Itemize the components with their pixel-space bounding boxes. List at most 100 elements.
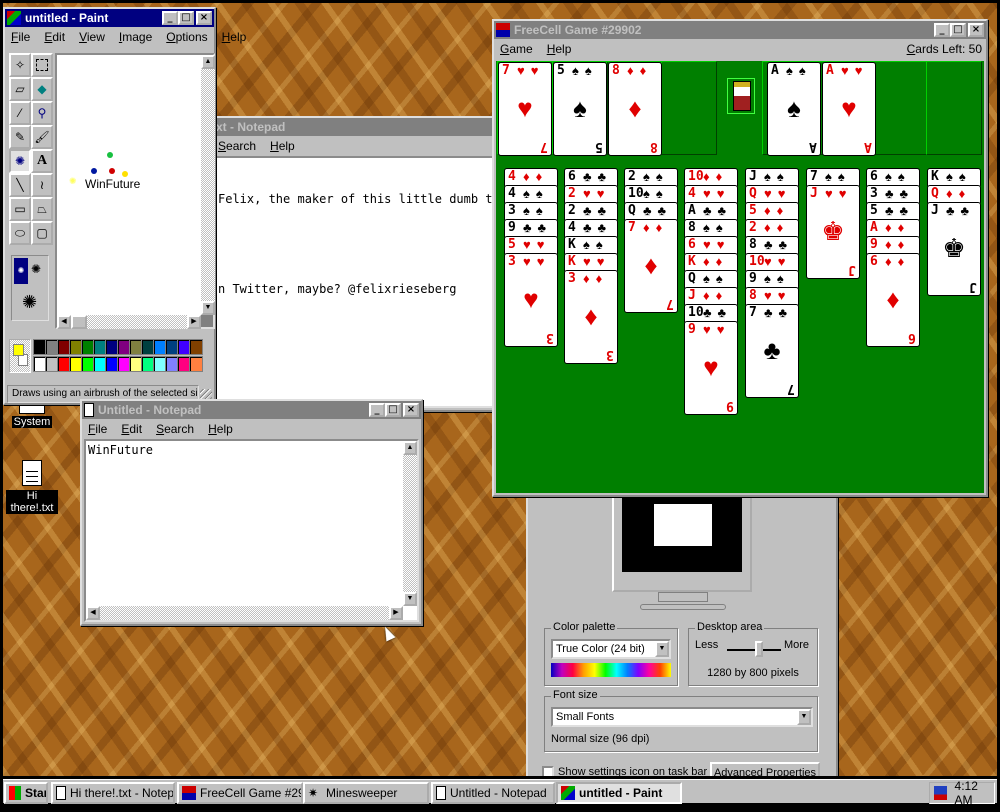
free-cell-card[interactable]: 7 ♥♥ ♥ 7 (498, 62, 552, 156)
scroll-right-button[interactable]: ▶ (389, 606, 403, 620)
menu-game[interactable]: Game (498, 42, 535, 56)
scroll-up-button[interactable]: ▲ (403, 441, 417, 455)
card-rank: 2 (568, 203, 576, 218)
card-rank: 10 (688, 305, 704, 320)
card-suit-pips: ♠♠ (523, 203, 549, 218)
rect-select-tool[interactable] (31, 53, 53, 77)
close-button[interactable]: × (403, 403, 419, 417)
color-palette-select[interactable]: True Color (24 bit) ▼ (551, 639, 671, 659)
airbrush-size-large[interactable]: ✺ (22, 292, 37, 313)
scroll-right-button[interactable]: ▶ (187, 315, 201, 329)
airbrush-size-small[interactable]: ✺ (14, 258, 28, 284)
desktop-area-slider-thumb[interactable] (755, 641, 764, 657)
card-suit-pips: ♣♣ (764, 237, 794, 252)
scroll-down-button[interactable]: ▼ (201, 301, 215, 315)
polygon-tool[interactable]: ⏢ (31, 197, 53, 221)
freecell-table: 7 ♥♥ ♥ 7 5 ♠♠ ♠ 5 8 ♦♦ ♦ 8 A ♠♠ ♠ A A ♥♥ ♥ A 4 ♦♦ 4 ♠♠ 3 ♠♠ 9 ♣♣ 5 ♥♥… (496, 61, 984, 493)
menu-view[interactable]: View (77, 30, 107, 44)
paint-hscrollbar[interactable]: ◀ ▶ (57, 315, 201, 329)
rectangle-tool[interactable]: ▭ (9, 197, 31, 221)
notepad-hscrollbar[interactable]: ◀ ▶ (86, 606, 403, 620)
taskbar-item-hi-there-notepad[interactable]: Hi there!.txt - Notepad (51, 782, 175, 804)
close-button[interactable]: × (196, 11, 212, 25)
free-cell-card[interactable]: 8 ♦♦ ♦ 8 (608, 62, 662, 156)
notepad-untitled-titlebar[interactable]: Untitled - Notepad _ □ × (82, 401, 421, 419)
tableau-card[interactable]: 9 ♥♥ ♥ 9 (684, 321, 738, 415)
tableau-card[interactable]: 3 ♥♥ ♥ 3 (504, 253, 558, 347)
tableau-card[interactable]: 6 ♦♦ ♦ 6 (866, 253, 920, 347)
menu-edit[interactable]: Edit (119, 422, 144, 436)
minimize-button[interactable]: _ (162, 11, 178, 25)
taskbar-item-freecell[interactable]: FreeCell Game #29902 (177, 782, 303, 804)
card-rank: 6 (688, 237, 696, 252)
pencil-tool[interactable]: ✎ (9, 125, 31, 149)
palette-color-swatch[interactable] (189, 339, 203, 355)
brush-tool[interactable]: 🖌︎ (31, 125, 53, 149)
tableau-card[interactable]: 7 ♦♦ ♦ 7 (624, 219, 678, 313)
free-cell-card[interactable]: 5 ♠♠ ♠ 5 (553, 62, 607, 156)
menu-help[interactable]: Help (268, 139, 297, 153)
maximize-button[interactable]: □ (178, 11, 194, 25)
close-button[interactable]: × (968, 23, 984, 37)
desktop-icon-hi-there[interactable]: Hi there!.txt (6, 460, 58, 514)
eraser-tool[interactable]: ▱ (9, 77, 31, 101)
curve-tool[interactable]: ≀ (31, 173, 53, 197)
menu-edit[interactable]: Edit (42, 30, 67, 44)
airbrush-size-medium[interactable]: ✺ (31, 262, 41, 276)
menu-search[interactable]: Search (154, 422, 196, 436)
minimize-button[interactable]: _ (934, 23, 950, 37)
palette-color-swatch[interactable] (189, 356, 203, 372)
notepad-untitled-textarea[interactable]: WinFuture ▲ ▼ ◀ ▶ (84, 439, 419, 622)
desktop-area-slider-track[interactable] (727, 649, 781, 651)
paint-canvas[interactable]: ✺ WinFuture (57, 55, 201, 315)
menu-file[interactable]: File (86, 422, 109, 436)
color-picker-tool[interactable]: ⁄ (9, 101, 31, 125)
magnifier-tool[interactable]: ⚲ (31, 101, 53, 125)
scroll-left-button[interactable]: ◀ (86, 606, 100, 620)
line-tool[interactable]: ╲ (9, 173, 31, 197)
menu-help[interactable]: Help (545, 42, 574, 56)
current-colors[interactable] (9, 339, 31, 373)
hscroll-thumb[interactable] (71, 315, 87, 329)
scroll-left-button[interactable]: ◀ (57, 315, 71, 329)
taskbar-item-untitled-notepad[interactable]: Untitled - Notepad (431, 782, 555, 804)
paint-vscrollbar[interactable]: ▲ ▼ (201, 55, 215, 315)
display-settings-tray-icon[interactable] (934, 786, 947, 800)
scroll-up-button[interactable]: ▲ (201, 55, 215, 69)
tableau-card[interactable]: 3 ♦♦ ♦ 3 (564, 270, 618, 364)
airbrush-tool[interactable]: ✺ (9, 149, 31, 173)
taskbar-item-minesweeper[interactable]: ✷ Minesweeper (303, 782, 429, 804)
menu-help[interactable]: Help (220, 30, 249, 44)
rounded-rect-tool[interactable]: ▢ (31, 221, 53, 245)
menu-help[interactable]: Help (206, 422, 235, 436)
card-rank: J (749, 169, 757, 184)
maximize-button[interactable]: □ (950, 23, 966, 37)
paint-titlebar[interactable]: untitled - Paint _ □ × (5, 9, 214, 27)
text-tool[interactable]: A (31, 149, 53, 173)
tableau-card[interactable]: J ♥♥ ♚ J (806, 185, 860, 279)
tableau-card[interactable]: J ♣♣ ♚ J (927, 202, 981, 296)
free-select-tool[interactable]: ✧ (9, 53, 31, 77)
menu-file[interactable]: File (9, 30, 32, 44)
tableau-card[interactable]: 7 ♣♣ ♣ 7 (745, 304, 799, 398)
freecell-titlebar[interactable]: FreeCell Game #29902 _ □ × (494, 21, 986, 39)
foundation-card[interactable]: A ♥♥ ♥ A (822, 62, 876, 156)
fill-tool[interactable]: ◆ (31, 77, 53, 101)
menu-options[interactable]: Options (164, 30, 209, 44)
foundation-card[interactable]: A ♠♠ ♠ A (767, 62, 821, 156)
foundation-slot[interactable] (871, 61, 927, 155)
maximize-button[interactable]: □ (385, 403, 401, 417)
start-button[interactable]: Start (4, 782, 48, 804)
menu-search[interactable]: Search (216, 139, 258, 153)
taskbar-item-paint[interactable]: untitled - Paint (556, 782, 682, 804)
free-cell-slot[interactable] (660, 61, 717, 155)
font-size-select[interactable]: Small Fonts ▼ (551, 707, 813, 727)
ellipse-tool[interactable]: ⬭ (9, 221, 31, 245)
color-palette-group: Color palette True Color (24 bit) ▼ (544, 621, 678, 686)
scroll-down-button[interactable]: ▼ (403, 592, 417, 606)
card-suit-pips: ♥♥ (764, 254, 792, 269)
foundation-slot[interactable] (925, 61, 982, 155)
menu-image[interactable]: Image (117, 30, 154, 44)
minimize-button[interactable]: _ (369, 403, 385, 417)
notepad-vscrollbar[interactable]: ▲ ▼ (403, 441, 417, 606)
